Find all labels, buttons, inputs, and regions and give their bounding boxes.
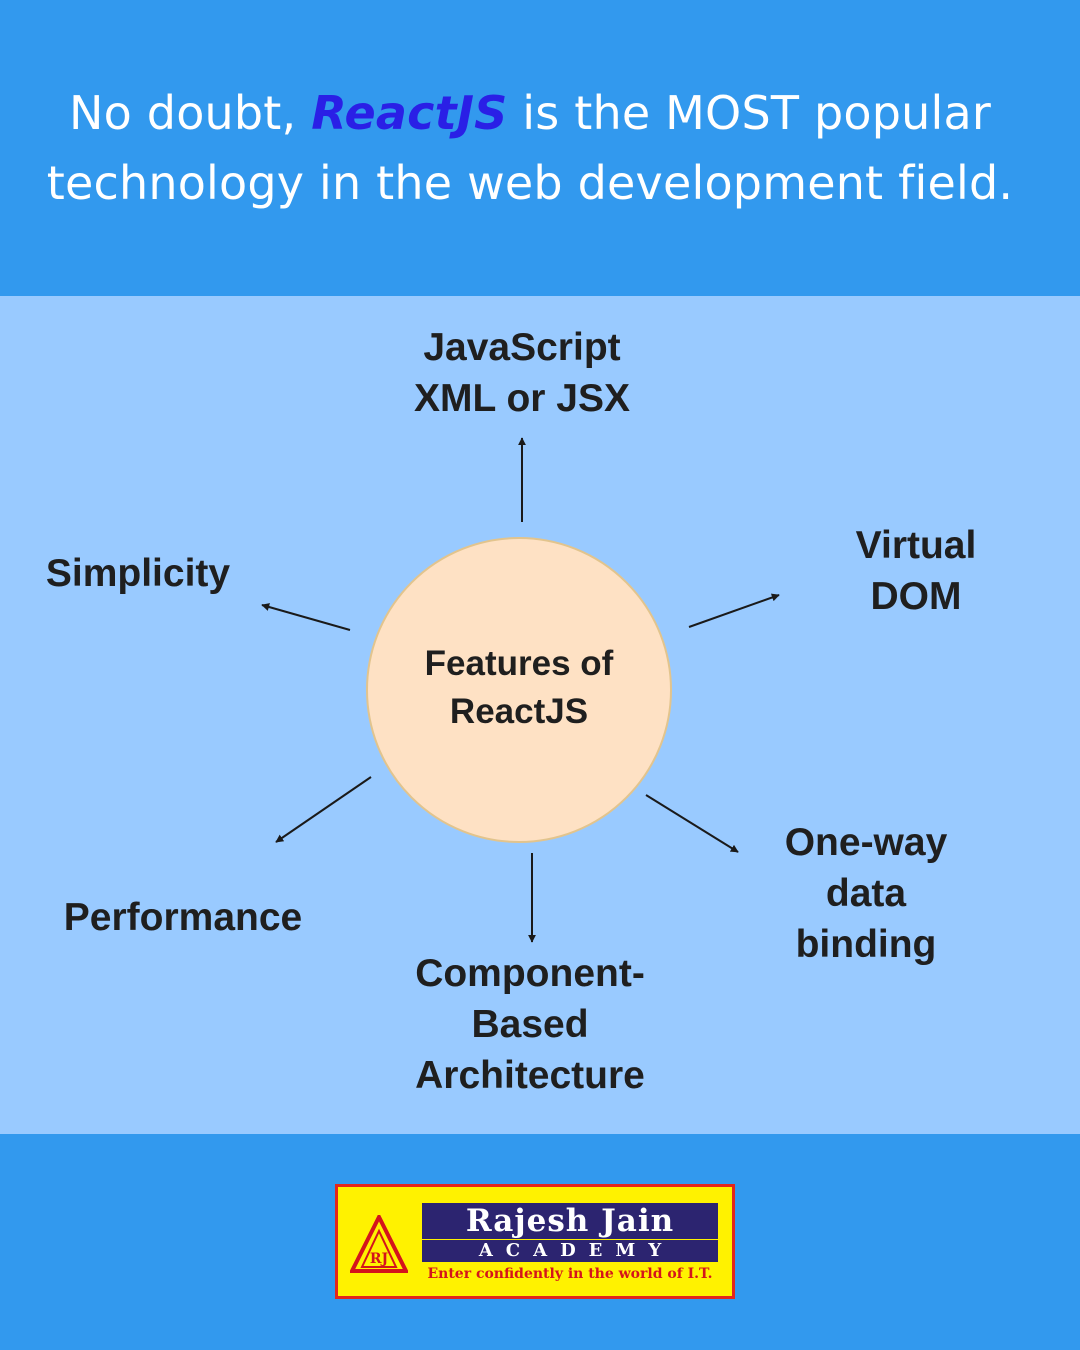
feature-simplicity-line-1: Simplicity xyxy=(45,552,231,595)
center-label-line-1: Features of xyxy=(424,644,614,683)
academy-logo-title: Rajesh Jain xyxy=(422,1203,718,1239)
academy-logo-mark-icon: RJ xyxy=(350,1215,408,1273)
feature-performance-line-1: Performance xyxy=(63,896,303,939)
feature-component-line-3: Architecture xyxy=(415,1054,645,1097)
feature-performance: Performance xyxy=(38,892,328,943)
arrow-to-simplicity xyxy=(261,603,351,631)
arrow-to-performance xyxy=(275,776,372,843)
feature-one-way-binding-line-2: data xyxy=(825,872,907,915)
feature-virtual-dom-line-1: Virtual xyxy=(855,524,977,567)
feature-one-way-binding: One-way data binding xyxy=(756,817,976,970)
academy-logo: RJ Rajesh Jain ACADEMY Enter confidently… xyxy=(335,1184,735,1299)
center-label-line-2: ReactJS xyxy=(449,692,589,731)
feature-virtual-dom: Virtual DOM xyxy=(826,520,1006,622)
center-label: Features of ReactJS xyxy=(366,640,672,736)
feature-virtual-dom-line-2: DOM xyxy=(870,575,962,618)
feature-jsx-line-2: XML or JSX xyxy=(413,377,630,420)
feature-component-line-1: Component- xyxy=(415,952,645,995)
feature-component-architecture: Component- Based Architecture xyxy=(380,948,680,1101)
feature-one-way-binding-line-3: binding xyxy=(795,923,937,966)
academy-logo-mark-text: RJ xyxy=(370,1251,389,1267)
academy-logo-subtitle: ACADEMY xyxy=(422,1240,718,1262)
feature-jsx-line-1: JavaScript xyxy=(423,326,621,369)
academy-logo-tagline: Enter confidently in the world of I.T. xyxy=(427,1266,713,1282)
feature-simplicity: Simplicity xyxy=(22,548,254,599)
feature-component-line-2: Based xyxy=(471,1003,589,1046)
feature-one-way-binding-line-1: One-way xyxy=(784,821,948,864)
feature-jsx: JavaScript XML or JSX xyxy=(382,322,662,424)
arrow-to-one-way-binding xyxy=(645,794,739,853)
arrow-to-virtual-dom xyxy=(688,593,780,628)
